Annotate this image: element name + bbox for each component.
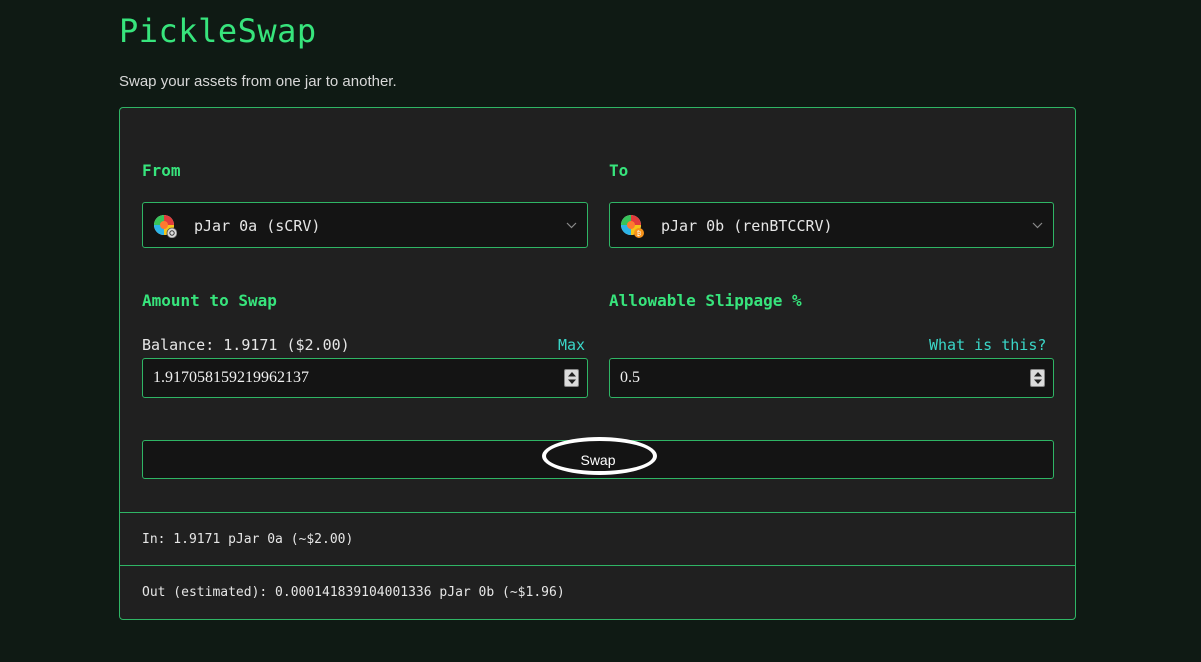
- slippage-input-box: [609, 358, 1054, 398]
- pickleswap-page: PickleSwap Swap your assets from one jar…: [0, 0, 1201, 662]
- slippage-input[interactable]: [620, 367, 1000, 389]
- from-jar-select[interactable]: pJar 0a (sCRV): [142, 202, 588, 248]
- swap-button[interactable]: Swap: [142, 437, 1054, 479]
- amount-input[interactable]: [153, 367, 533, 389]
- amount-input-box: [142, 358, 588, 398]
- divider: [120, 565, 1075, 566]
- to-jar-select[interactable]: ₿ pJar 0b (renBTCCRV): [609, 202, 1054, 248]
- max-link[interactable]: Max: [558, 336, 585, 354]
- slippage-label: Allowable Slippage %: [609, 291, 802, 310]
- stepper-arrows-icon: [1034, 372, 1042, 384]
- jar-renbtc-icon: ₿: [621, 215, 644, 238]
- swap-card: From pJar 0a (sCRV) To ₿ pJar 0b (renBTC…: [119, 107, 1076, 620]
- to-jar-value: pJar 0b (renBTCCRV): [661, 217, 833, 235]
- from-jar-value: pJar 0a (sCRV): [194, 217, 321, 235]
- summary-out: Out (estimated): 0.000141839104001336 pJ…: [142, 585, 565, 600]
- svg-text:₿: ₿: [637, 231, 642, 238]
- stepper-arrows-icon: [568, 372, 576, 384]
- slippage-stepper[interactable]: [1030, 369, 1045, 387]
- page-subtitle: Swap your assets from one jar to another…: [119, 73, 397, 90]
- swap-button-label: Swap: [580, 452, 616, 468]
- page-title: PickleSwap: [119, 12, 317, 50]
- chevron-down-icon: [566, 222, 577, 229]
- amount-label: Amount to Swap: [142, 291, 277, 310]
- jar-scrv-icon: [154, 215, 177, 238]
- what-is-this-link[interactable]: What is this?: [929, 336, 1046, 354]
- amount-stepper[interactable]: [564, 369, 579, 387]
- divider: [120, 512, 1075, 513]
- from-label: From: [142, 161, 181, 180]
- chevron-down-icon: [1032, 222, 1043, 229]
- balance-text: Balance: 1.9171 ($2.00): [142, 336, 350, 354]
- summary-in: In: 1.9171 pJar 0a (~$2.00): [142, 532, 354, 547]
- to-label: To: [609, 161, 629, 180]
